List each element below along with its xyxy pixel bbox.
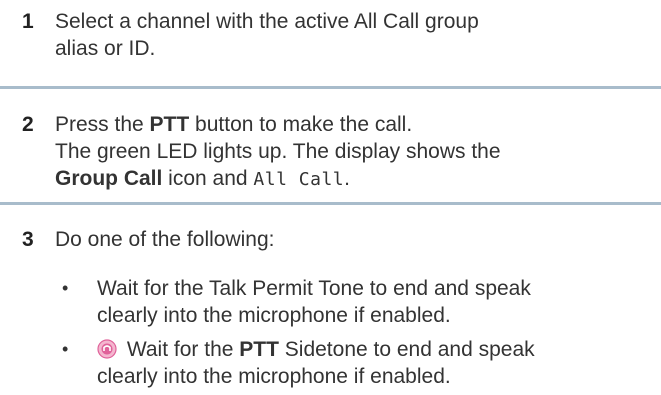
- step-line: Group Call icon and All Call.: [55, 165, 655, 193]
- text: Press the: [55, 113, 150, 136]
- text: icon and: [162, 167, 254, 190]
- bullet-text: Wait for the PTT Sidetone to end and spe…: [97, 336, 657, 390]
- display-text: All Call: [253, 169, 345, 190]
- bullet-icon: •: [62, 278, 69, 298]
- bullet-line: Wait for the Talk Permit Tone to end and…: [97, 277, 531, 300]
- text: .: [344, 167, 350, 190]
- bullet-text: Wait for the Talk Permit Tone to end and…: [97, 275, 657, 329]
- text: Wait for the: [121, 338, 240, 361]
- step-divider: [0, 86, 661, 89]
- step-line: Press the PTT button to make the call.: [55, 111, 655, 138]
- procedure-steps: 1 Select a channel with the active All C…: [0, 0, 661, 395]
- bullet-line: Wait for the PTT Sidetone to end and spe…: [97, 336, 657, 363]
- text: button to make the call.: [189, 113, 413, 136]
- bullet-line: clearly into the microphone if enabled.: [97, 304, 451, 327]
- step-text: Do one of the following:: [55, 226, 655, 253]
- advanced-feature-icon: [97, 339, 117, 359]
- group-call-term: Group Call: [55, 167, 163, 190]
- step-line: The green LED lights up. The display sho…: [55, 140, 501, 163]
- ptt-term: PTT: [149, 113, 190, 136]
- step-line: alias or ID.: [55, 37, 156, 60]
- step-line: Do one of the following:: [55, 228, 275, 251]
- step-number: 3: [22, 228, 34, 251]
- bullet-icon: •: [62, 339, 69, 359]
- step-text: Select a channel with the active All Cal…: [55, 8, 655, 62]
- step-line: Select a channel with the active All Cal…: [55, 10, 479, 33]
- step-divider: [0, 202, 661, 205]
- text: Sidetone to end and speak: [278, 338, 535, 361]
- bullet-line: clearly into the microphone if enabled.: [97, 365, 451, 388]
- step-number: 2: [22, 113, 34, 136]
- step-number: 1: [22, 10, 34, 33]
- ptt-term: PTT: [239, 338, 279, 361]
- step-text: Press the PTT button to make the call. T…: [55, 111, 655, 193]
